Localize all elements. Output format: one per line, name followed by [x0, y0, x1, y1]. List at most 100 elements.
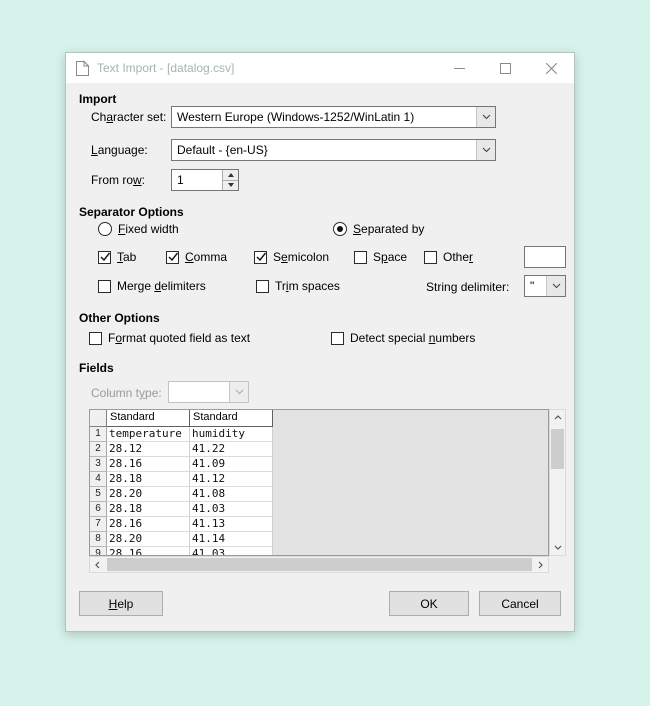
- comma-label: Comma: [185, 250, 227, 264]
- comma-checkbox[interactable]: Comma: [166, 250, 227, 264]
- tab-checkbox[interactable]: Tab: [98, 250, 136, 264]
- checkbox-box[interactable]: [354, 251, 367, 264]
- checkbox-box[interactable]: [166, 251, 179, 264]
- table-row: 928.1641.03: [90, 547, 548, 556]
- row-number: 1: [90, 427, 107, 442]
- checkbox-box[interactable]: [89, 332, 102, 345]
- row-number: 6: [90, 502, 107, 517]
- column-type-label: Column type:: [91, 386, 162, 400]
- format-quoted-label: Format quoted field as text: [108, 331, 250, 345]
- other-label: Other: [443, 250, 473, 264]
- scroll-up-icon[interactable]: [550, 410, 565, 425]
- space-checkbox[interactable]: Space: [354, 250, 407, 264]
- radio-circle[interactable]: [98, 222, 112, 236]
- checkbox-box[interactable]: [98, 280, 111, 293]
- from-row-stepper[interactable]: 1: [171, 169, 239, 191]
- help-button[interactable]: Help: [79, 591, 163, 616]
- row-number: 4: [90, 472, 107, 487]
- scroll-right-icon[interactable]: [533, 557, 548, 572]
- minimize-button[interactable]: [436, 53, 482, 83]
- checkbox-box[interactable]: [254, 251, 267, 264]
- detect-special-numbers-checkbox[interactable]: Detect special numbers: [331, 331, 475, 345]
- close-button[interactable]: [528, 53, 574, 83]
- chevron-down-icon[interactable]: [546, 276, 565, 296]
- chevron-down-icon: [229, 382, 248, 402]
- row-number: 3: [90, 457, 107, 472]
- table-cell: 28.16: [107, 547, 190, 556]
- preview-area: StandardStandard 1temperaturehumidity228…: [89, 409, 566, 573]
- table-cell: 41.08: [190, 487, 273, 502]
- semicolon-checkbox[interactable]: Semicolon: [254, 250, 329, 264]
- table-cell: 28.16: [107, 457, 190, 472]
- checkbox-box[interactable]: [424, 251, 437, 264]
- fixed-width-radio[interactable]: Fixed width: [98, 222, 179, 236]
- column-header[interactable]: Standard: [107, 410, 190, 427]
- table-cell: temperature: [107, 427, 190, 442]
- titlebar[interactable]: Text Import - [datalog.csv]: [66, 53, 574, 83]
- maximize-button[interactable]: [482, 53, 528, 83]
- table-row: 728.1641.13: [90, 517, 548, 532]
- checkbox-box[interactable]: [256, 280, 269, 293]
- table-cell: 41.03: [190, 547, 273, 556]
- scroll-left-icon[interactable]: [90, 557, 105, 572]
- other-separator-input[interactable]: [524, 246, 566, 268]
- column-type-select: [168, 381, 249, 403]
- column-type-value: [169, 382, 229, 402]
- character-set-value: Western Europe (Windows-1252/WinLatin 1): [172, 107, 476, 127]
- space-label: Space: [373, 250, 407, 264]
- preview-grid[interactable]: StandardStandard 1temperaturehumidity228…: [89, 409, 549, 556]
- table-row: 1temperaturehumidity: [90, 427, 548, 442]
- vertical-scroll-thumb[interactable]: [551, 429, 564, 469]
- preview-rows: 1temperaturehumidity228.1241.22328.1641.…: [90, 427, 548, 556]
- table-cell: 28.18: [107, 472, 190, 487]
- other-checkbox[interactable]: Other: [424, 250, 473, 264]
- horizontal-scrollbar[interactable]: [89, 556, 549, 573]
- row-number: 9: [90, 547, 107, 556]
- table-cell: 41.13: [190, 517, 273, 532]
- column-header[interactable]: Standard: [190, 410, 273, 427]
- preview-header-row: StandardStandard: [90, 410, 548, 427]
- table-row: 428.1841.12: [90, 472, 548, 487]
- detect-special-numbers-label: Detect special numbers: [350, 331, 475, 345]
- tab-label: Tab: [117, 250, 136, 264]
- merge-delimiters-label: Merge delimiters: [117, 279, 206, 293]
- language-select[interactable]: Default - {en-US}: [171, 139, 496, 161]
- row-number: 5: [90, 487, 107, 502]
- table-row: 828.2041.14: [90, 532, 548, 547]
- row-number: 8: [90, 532, 107, 547]
- semicolon-label: Semicolon: [273, 250, 329, 264]
- table-cell: 28.16: [107, 517, 190, 532]
- horizontal-scroll-thumb[interactable]: [107, 558, 532, 571]
- from-row-value: 1: [172, 170, 222, 190]
- other-options-heading: Other Options: [79, 311, 160, 325]
- scroll-down-icon[interactable]: [550, 540, 565, 555]
- radio-circle[interactable]: [333, 222, 347, 236]
- spin-up-button[interactable]: [223, 170, 238, 180]
- table-row: 228.1241.22: [90, 442, 548, 457]
- triangle-down-icon: [228, 183, 234, 187]
- table-cell: 41.22: [190, 442, 273, 457]
- from-row-label: From row:: [91, 173, 145, 187]
- chevron-down-icon[interactable]: [476, 140, 495, 160]
- checkbox-box[interactable]: [98, 251, 111, 264]
- string-delimiter-select[interactable]: ": [524, 275, 566, 297]
- ok-button[interactable]: OK: [389, 591, 469, 616]
- checkbox-box[interactable]: [331, 332, 344, 345]
- table-cell: 41.12: [190, 472, 273, 487]
- table-cell: 41.14: [190, 532, 273, 547]
- table-cell: 28.18: [107, 502, 190, 517]
- cancel-button[interactable]: Cancel: [479, 591, 561, 616]
- trim-spaces-label: Trim spaces: [275, 279, 340, 293]
- chevron-down-icon[interactable]: [476, 107, 495, 127]
- merge-delimiters-checkbox[interactable]: Merge delimiters: [98, 279, 206, 293]
- character-set-select[interactable]: Western Europe (Windows-1252/WinLatin 1): [171, 106, 496, 128]
- trim-spaces-checkbox[interactable]: Trim spaces: [256, 279, 340, 293]
- separated-by-radio[interactable]: Separated by: [333, 222, 424, 236]
- table-cell: 41.09: [190, 457, 273, 472]
- vertical-scrollbar[interactable]: [549, 409, 566, 556]
- spin-down-button[interactable]: [223, 180, 238, 191]
- character-set-label: Character set:: [91, 110, 166, 124]
- format-quoted-checkbox[interactable]: Format quoted field as text: [89, 331, 250, 345]
- corner-cell: [90, 410, 107, 427]
- table-row: 628.1841.03: [90, 502, 548, 517]
